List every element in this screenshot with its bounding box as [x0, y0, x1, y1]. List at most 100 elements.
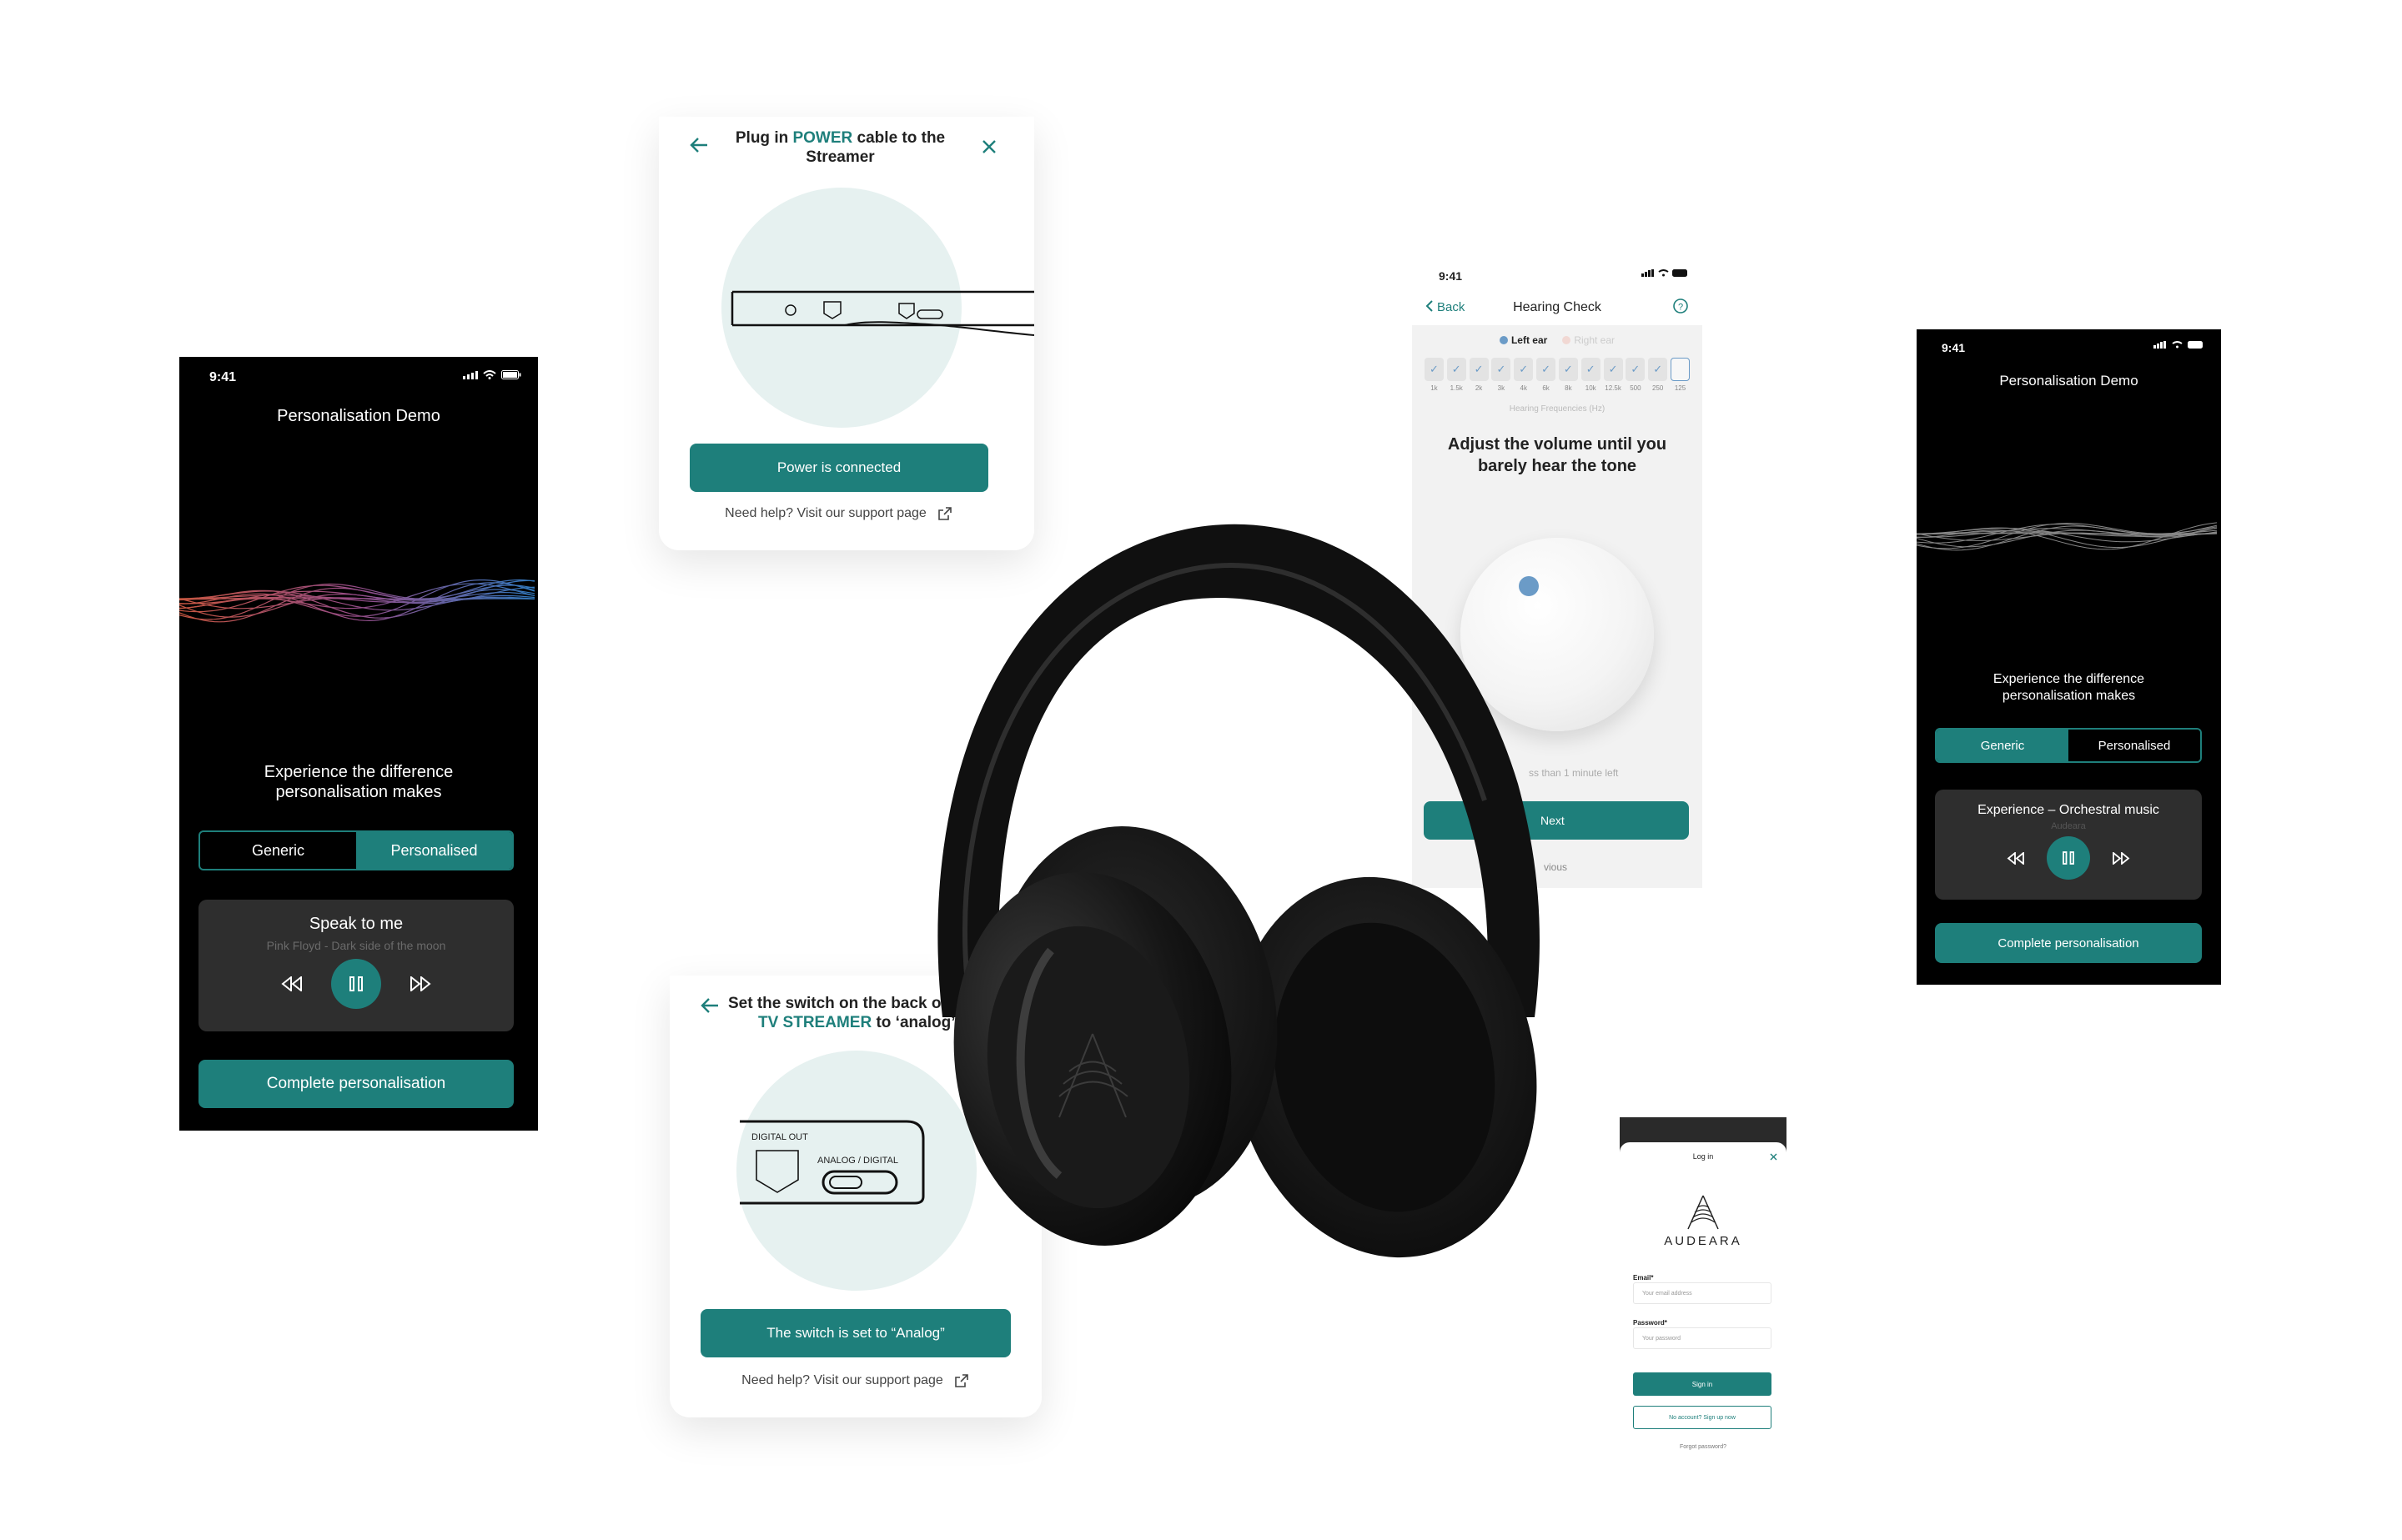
status-time: 9:41 [1942, 341, 1966, 354]
pause-button[interactable] [331, 959, 381, 1009]
music-player: Speak to me Pink Floyd - Dark side of th… [198, 900, 514, 1031]
battery-icon [1672, 269, 1687, 277]
tagline: Experience the difference personalisatio… [264, 763, 454, 801]
fast-forward-icon[interactable] [2112, 851, 2130, 865]
wifi-icon [2172, 341, 2183, 349]
left-ear-option[interactable]: Left ear [1499, 334, 1548, 346]
screen-title: Hearing Check [1513, 300, 1601, 314]
check-icon: ✓ [1558, 358, 1578, 381]
right-phone-screen: 9:41 Personalisation Demo Experience the… [1917, 329, 2221, 985]
password-label: Password* [1633, 1319, 1667, 1327]
support-link-text: Need help? Visit our support page [741, 1373, 943, 1387]
frequency-step: ✓ 12.5k [1603, 358, 1624, 392]
check-icon: ✓ [1580, 358, 1600, 381]
power-card-title: Plug in POWER cable to the Streamer [726, 128, 955, 167]
pause-icon [349, 976, 363, 991]
frequency-label: 500 [1630, 384, 1641, 392]
close-icon[interactable] [1770, 1153, 1777, 1161]
status-time: 9:41 [209, 370, 237, 384]
frequency-progress: ✓ 1k ✓ 1.5k ✓ 2k ✓ 3k ✓ 4k ✓ 6k ✓ 8k ✓ 10k ✓ 12.5k ✓ 500 ✓ 25… [1424, 358, 1691, 392]
sound-wave-graphic [179, 579, 535, 623]
password-placeholder: Your password [1642, 1336, 1681, 1342]
screen-title: Personalisation Demo [277, 407, 440, 425]
email-placeholder: Your email address [1642, 1291, 1692, 1297]
track-title: Experience – Orchestral music [1977, 803, 2159, 817]
title-highlight: POWER [792, 129, 853, 147]
check-icon: ✓ [1446, 358, 1466, 381]
pause-icon [2063, 851, 2074, 865]
generic-tab[interactable]: Generic [200, 832, 356, 869]
sign-up-button[interactable]: No account? Sign up now [1633, 1406, 1771, 1429]
frequency-step: ✓ 8k [1558, 358, 1579, 392]
switch-set-button[interactable]: The switch is set to “Analog” [701, 1309, 1011, 1357]
frequency-step: ✓ 1k [1424, 358, 1445, 392]
personalised-tab[interactable]: Personalised [2068, 730, 2200, 761]
mode-toggle[interactable]: Generic Personalised [1935, 728, 2202, 763]
ear-selector[interactable]: Left ear Right ear [1412, 334, 1702, 346]
tagline: Experience the difference personalisatio… [1992, 672, 2145, 703]
sign-in-button[interactable]: Sign in [1633, 1372, 1771, 1396]
complete-personalisation-button[interactable]: Complete personalisation [1935, 923, 2202, 963]
headphones-product-image [937, 524, 1540, 1258]
help-icon[interactable]: ? [1672, 298, 1689, 314]
digital-out-label: DIGITAL OUT [751, 1132, 808, 1142]
back-arrow-icon[interactable] [689, 137, 709, 153]
frequency-step: ✓ 10k [1580, 358, 1601, 392]
frequency-step: ✓ 500 [1625, 358, 1646, 392]
left-ear-dot-icon [1499, 336, 1508, 344]
forgot-password-link[interactable]: Forgot password? [1620, 1444, 1786, 1450]
music-player: Experience – Orchestral music Audeara [1935, 790, 2202, 900]
rewind-icon[interactable] [2007, 851, 2025, 865]
sound-wave-graphic [1917, 522, 2218, 551]
track-subtitle: Pink Floyd - Dark side of the moon [266, 939, 446, 952]
rewind-icon[interactable] [281, 976, 303, 991]
status-icons [1641, 269, 1689, 277]
frequency-label: 2k [1475, 384, 1483, 392]
status-icons [463, 370, 521, 379]
password-field[interactable]: Your password [1633, 1327, 1771, 1349]
frequency-step: ✓ 4k [1513, 358, 1534, 392]
close-icon[interactable] [981, 138, 997, 155]
status-bar: 9:41 [1917, 329, 2221, 363]
left-phone-screen: 9:41 Personalisation Demo Experience the… [179, 357, 538, 1131]
external-link-icon [955, 1374, 968, 1387]
personalised-tab[interactable]: Personalised [356, 832, 512, 869]
mode-toggle[interactable]: Generic Personalised [198, 830, 514, 870]
frequency-label: 12.5k [1605, 384, 1621, 392]
status-time: 9:41 [1439, 269, 1463, 283]
frequency-label: 3k [1497, 384, 1505, 392]
support-link[interactable]: Need help? Visit our support page [701, 1372, 1011, 1389]
email-label: Email* [1633, 1274, 1654, 1282]
generic-tab[interactable]: Generic [1937, 730, 2068, 761]
frequency-label: 8k [1565, 384, 1572, 392]
pause-button[interactable] [2047, 836, 2090, 880]
complete-personalisation-button[interactable]: Complete personalisation [198, 1060, 514, 1108]
frequency-label: 10k [1585, 384, 1596, 392]
check-icon: ✓ [1603, 358, 1623, 381]
battery-icon [2188, 341, 2203, 349]
signal-icon [463, 370, 478, 379]
check-icon: ✓ [1536, 358, 1556, 381]
frequency-label: 1.5k [1450, 384, 1463, 392]
fast-forward-icon[interactable] [410, 976, 431, 991]
track-subtitle: Audeara [2051, 821, 2086, 831]
frequency-label: 250 [1652, 384, 1664, 392]
left-ear-label: Left ear [1510, 334, 1548, 346]
frequency-step: ✓ 6k [1535, 358, 1556, 392]
frequency-step: ✓ 1.5k [1446, 358, 1467, 392]
title-highlight: TV STREAMER [758, 1014, 872, 1031]
email-field[interactable]: Your email address [1633, 1282, 1771, 1304]
frequency-step: ✓ 3k [1490, 358, 1511, 392]
right-ear-option[interactable]: Right ear [1562, 334, 1615, 346]
check-icon: ✓ [1469, 358, 1489, 381]
brand-wordmark: AUDEARA [1664, 1234, 1742, 1248]
check-icon: ✓ [1648, 358, 1668, 381]
login-sheet: Log in AUDEARA Email* Your email address… [1620, 1142, 1786, 1477]
login-title: Log in [1692, 1152, 1714, 1161]
audeara-logo-icon [1687, 1195, 1719, 1230]
back-arrow-icon[interactable] [700, 997, 720, 1014]
wifi-icon [1658, 269, 1669, 277]
status-bar: 9:41 [179, 357, 538, 390]
signal-icon [1641, 269, 1654, 277]
frequency-step: 125 [1670, 358, 1691, 392]
